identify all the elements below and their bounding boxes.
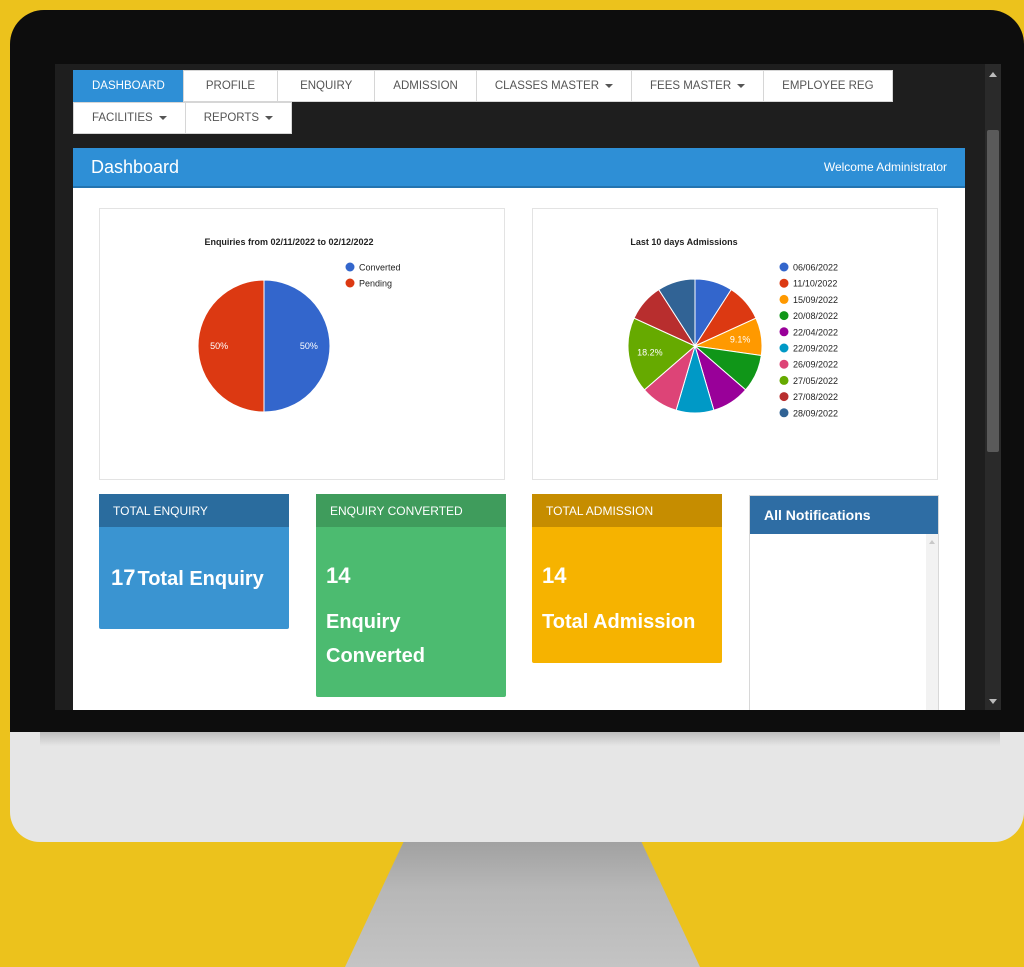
- caret-down-icon: [737, 84, 746, 88]
- page-title: Dashboard: [91, 156, 180, 177]
- card-header: TOTAL ADMISSION: [532, 494, 722, 527]
- scroll-thumb[interactable]: [987, 130, 999, 452]
- tab-label: PROFILE: [205, 80, 256, 92]
- chart-title: Last 10 days Admissions: [630, 237, 737, 247]
- tab-admission[interactable]: ADMISSION: [374, 70, 477, 102]
- legend-label: 20/08/2022: [793, 311, 838, 321]
- tab-label: FACILITIES: [92, 112, 153, 124]
- card-label: Total Admission: [542, 611, 696, 633]
- chart-title: Enquiries from 02/11/2022 to 02/12/2022: [204, 237, 373, 247]
- tab-classes-master[interactable]: CLASSES MASTER: [475, 70, 632, 102]
- total-enquiry-card[interactable]: TOTAL ENQUIRY 17 Total Enquiry: [99, 494, 289, 629]
- legend-marker: [779, 408, 789, 418]
- legend-label: 11/10/2022: [793, 279, 837, 289]
- card-label-line-2: Converted: [326, 645, 425, 667]
- enquiries-chart-card: Enquiries from 02/11/2022 to 02/12/2022 5…: [99, 208, 505, 480]
- card-header: TOTAL ENQUIRY: [99, 494, 289, 527]
- welcome-text: Welcome Administrator: [823, 160, 947, 174]
- slice-data-label: 18.2%: [637, 347, 663, 357]
- tab-facilities[interactable]: FACILITIES: [73, 102, 186, 134]
- notifications-panel: All Notifications: [749, 495, 939, 710]
- legend-marker: [779, 359, 789, 369]
- total-admission-card[interactable]: TOTAL ADMISSION 14 Total Admission: [532, 494, 722, 663]
- enquiry-converted-card[interactable]: ENQUIRY CONVERTED 14 Enquiry Converted: [316, 494, 506, 697]
- notifications-title: All Notifications: [750, 496, 938, 534]
- monitor-stand: [345, 838, 700, 967]
- slice-data-label: 9.1%: [730, 335, 751, 345]
- legend-marker: [345, 278, 355, 288]
- legend-label: Converted: [359, 263, 401, 273]
- panel-header: Dashboard Welcome Administrator: [73, 148, 965, 188]
- screen-shadow: [40, 732, 1000, 746]
- nav-row-2: FACILITIES REPORTS: [73, 102, 293, 134]
- legend-label: Pending: [359, 279, 392, 289]
- card-value: 14: [542, 563, 567, 588]
- legend-marker: [779, 392, 789, 402]
- tab-fees-master[interactable]: FEES MASTER: [631, 70, 765, 102]
- scroll-down-icon[interactable]: [989, 699, 997, 704]
- tab-label: DASHBOARD: [92, 80, 165, 92]
- tab-profile[interactable]: PROFILE: [182, 70, 279, 102]
- caret-down-icon: [158, 116, 167, 120]
- tab-label: FEES MASTER: [650, 80, 732, 92]
- legend-marker: [779, 294, 789, 304]
- slice-data-label: 50%: [210, 341, 228, 351]
- notifications-scrollbar[interactable]: [926, 534, 938, 710]
- tab-enquiry[interactable]: ENQUIRY: [277, 70, 376, 102]
- tab-label: EMPLOYEE REG: [782, 80, 874, 92]
- caret-down-icon: [605, 84, 613, 88]
- pie-slice-converted[interactable]: [263, 279, 331, 413]
- tab-label: CLASSES MASTER: [494, 80, 599, 92]
- tab-employee-reg[interactable]: EMPLOYEE REG: [763, 70, 893, 102]
- card-label-line-1: Enquiry: [326, 611, 401, 633]
- pie-slice-pending[interactable]: [197, 279, 265, 413]
- legend-label: 22/09/2022: [793, 344, 838, 354]
- card-value: 14: [326, 563, 351, 588]
- legend-marker: [779, 327, 789, 337]
- admissions-pie-chart: Last 10 days Admissions 9.1% 18.2% 06/06/20…: [627, 237, 838, 418]
- scroll-up-icon[interactable]: [929, 540, 935, 544]
- page-scrollbar[interactable]: [985, 64, 1001, 710]
- legend-label: 15/09/2022: [793, 295, 838, 305]
- screen: DASHBOARD PROFILE ENQUIRY ADMISSION CLAS…: [55, 64, 1001, 710]
- caret-down-icon: [265, 116, 274, 120]
- admissions-chart-card: Last 10 days Admissions 9.1% 18.2% 06/06/20…: [532, 208, 938, 480]
- nav-row-1: DASHBOARD PROFILE ENQUIRY ADMISSION CLAS…: [73, 70, 893, 102]
- legend-marker: [779, 343, 789, 353]
- legend-label: 06/06/2022: [793, 263, 838, 273]
- legend-marker: [345, 262, 355, 272]
- dashboard-panel: Dashboard Welcome Administrator Enquirie…: [73, 148, 965, 710]
- legend-marker: [779, 278, 789, 288]
- tab-label: ENQUIRY: [300, 80, 353, 92]
- card-label: Total Enquiry: [137, 568, 264, 590]
- legend-marker: [779, 262, 789, 272]
- legend-marker: [779, 375, 789, 385]
- legend-marker: [779, 311, 789, 321]
- legend-label: 26/09/2022: [793, 360, 838, 370]
- card-value-line: 17 Total Enquiry: [99, 527, 289, 591]
- tab-reports[interactable]: REPORTS: [184, 102, 293, 134]
- tab-label: REPORTS: [203, 112, 260, 124]
- legend-label: 27/05/2022: [793, 376, 838, 386]
- card-label: Enquiry Converted: [316, 589, 506, 673]
- tab-dashboard[interactable]: DASHBOARD: [73, 70, 184, 102]
- slice-data-label: 50%: [300, 341, 318, 351]
- card-header: ENQUIRY CONVERTED: [316, 494, 506, 527]
- enquiries-pie-chart: Enquiries from 02/11/2022 to 02/12/2022 5…: [197, 237, 401, 413]
- legend-label: 27/08/2022: [793, 392, 838, 402]
- tab-label: ADMISSION: [393, 80, 458, 92]
- legend-label: 28/09/2022: [793, 408, 838, 418]
- card-value: 17: [111, 565, 136, 590]
- legend-label: 22/04/2022: [793, 327, 838, 337]
- scroll-up-icon[interactable]: [989, 72, 997, 77]
